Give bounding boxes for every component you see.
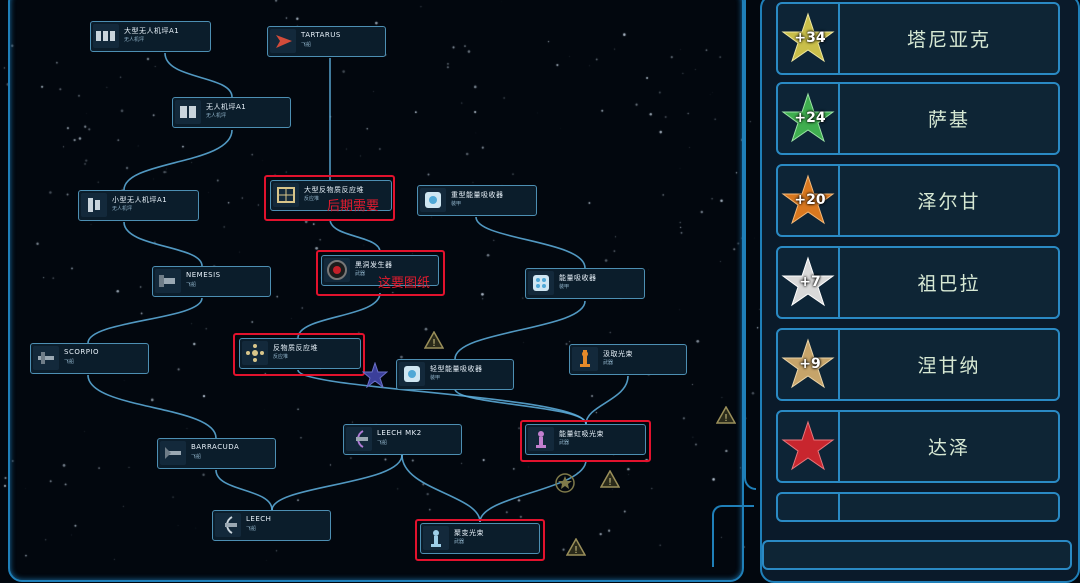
ship-icon [33, 346, 59, 370]
ship-icon [155, 269, 181, 293]
faction-badge [776, 410, 840, 483]
absorber-icon [420, 188, 446, 212]
faction-name: 塔尼亚克 [906, 29, 991, 51]
svg-text:!: ! [432, 338, 436, 349]
star-icon [781, 420, 835, 471]
faction-badge: +7 [776, 246, 840, 319]
annotation-needed-later: 后期需要 [327, 199, 380, 214]
tech-node-large-drone-bay[interactable]: 大型无人机坪A1 无人机坪 [90, 21, 211, 52]
annotation-needs-blueprint: 这要图纸 [378, 276, 431, 291]
faction-badge: +20 [776, 164, 840, 237]
ship-icon [215, 513, 241, 537]
tech-node-energy-absorber[interactable]: 能量吸收器 装甲 [525, 268, 645, 299]
highlight-box [415, 519, 545, 561]
faction-row[interactable]: +24 萨基 [776, 82, 1060, 157]
tech-node-tartarus[interactable]: TARTARUS 飞船 [267, 26, 386, 57]
beam-icon [572, 347, 598, 371]
svg-text:!: ! [574, 545, 578, 556]
faction-name: 泽尔甘 [917, 191, 981, 213]
tech-node-drone-bay[interactable]: 无人机坪A1 无人机坪 [172, 97, 291, 128]
tech-node-small-drone-bay[interactable]: 小型无人机坪A1 无人机坪 [78, 190, 199, 221]
highlight-box [233, 333, 365, 376]
drone-bay-icon [175, 100, 201, 124]
svg-text:!: ! [724, 413, 728, 424]
warning-icon: ! [566, 538, 586, 556]
warning-icon: ! [600, 470, 620, 488]
absorber-icon [528, 271, 554, 295]
star-marker-icon [555, 473, 575, 493]
panel-bottom-button[interactable] [762, 540, 1072, 570]
drone-bay-icon [93, 24, 119, 48]
highlight-box [520, 420, 651, 462]
faction-name: 涅甘纳 [917, 355, 981, 377]
faction-row-partial[interactable] [776, 492, 1060, 522]
tech-node-barracuda[interactable]: BARRACUDA 飞船 [157, 438, 276, 469]
warning-icon: ! [716, 406, 736, 424]
faction-row[interactable]: +34 塔尼亚克 [776, 2, 1060, 77]
faction-name: 达泽 [927, 437, 970, 459]
faction-badge: +34 [776, 2, 840, 75]
tech-node-scorpio[interactable]: SCORPIO 飞船 [30, 343, 149, 374]
tech-node-extraction-beam[interactable]: 汲取光束 武器 [569, 344, 687, 375]
faction-row[interactable]: +9 涅甘纳 [776, 328, 1060, 403]
tech-node-heavy-energy-absorber[interactable]: 重型能量吸收器 装甲 [417, 185, 537, 216]
tech-node-nemesis[interactable]: NEMESIS 飞船 [152, 266, 271, 297]
ship-icon [160, 441, 186, 465]
faction-row[interactable]: 达泽 [776, 410, 1060, 485]
star-marker-icon [362, 362, 388, 388]
faction-badge: +9 [776, 328, 840, 401]
faction-row[interactable]: +20 泽尔甘 [776, 164, 1060, 239]
faction-badge: +24 [776, 82, 840, 155]
absorber-icon [399, 362, 425, 386]
drone-bay-icon [81, 193, 107, 217]
tech-node-light-energy-absorber[interactable]: 轻型能量吸收器 装甲 [396, 359, 514, 390]
tech-node-leech-mk2[interactable]: LEECH MK2 飞船 [343, 424, 462, 455]
ship-icon [270, 29, 296, 53]
faction-row[interactable]: +7 祖巴拉 [776, 246, 1060, 321]
ship-icon [346, 427, 372, 451]
faction-name: 祖巴拉 [917, 273, 981, 295]
tech-node-leech[interactable]: LEECH 飞船 [212, 510, 331, 541]
warning-icon: ! [424, 331, 444, 349]
svg-text:!: ! [608, 477, 612, 488]
faction-name: 萨基 [927, 109, 970, 131]
